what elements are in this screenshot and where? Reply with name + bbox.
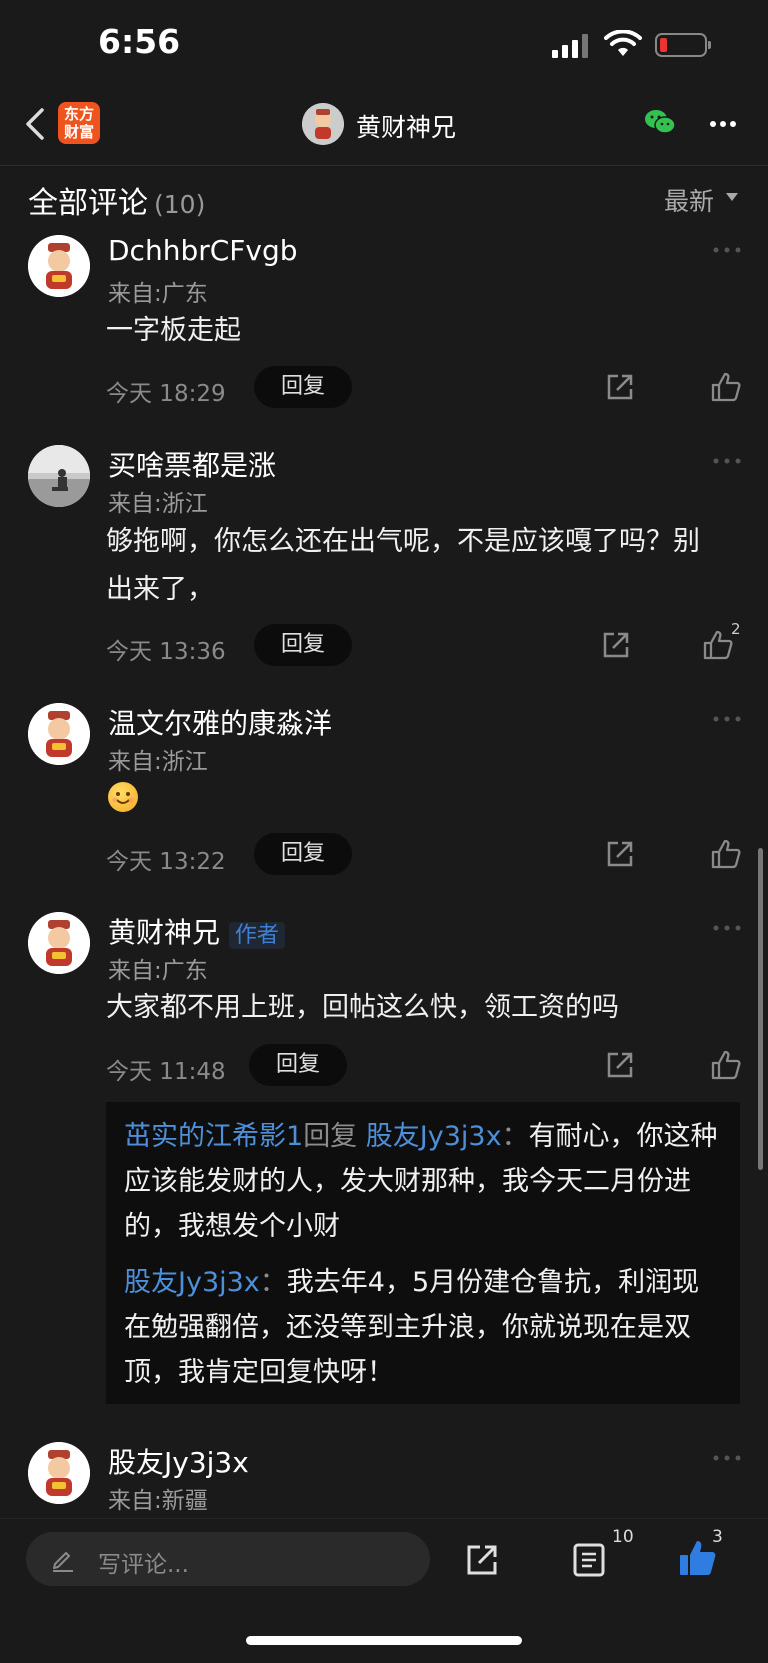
sub-reply-user[interactable]: 股友Jy3j3x	[124, 1267, 260, 1298]
sub-reply-target[interactable]: 股友Jy3j3x	[366, 1121, 502, 1152]
like-icon[interactable]	[710, 1049, 742, 1081]
share-icon[interactable]	[464, 1542, 500, 1578]
comment-text: 够拖啊，你怎么还在出气呢，不是应该嘎了吗？别出来了，	[106, 526, 700, 605]
more-options-icon[interactable]	[708, 110, 738, 138]
cellular-signal-icon	[552, 34, 588, 58]
sub-reply-sep: ：	[501, 1121, 529, 1152]
comment-text: 一字板走起	[106, 315, 241, 346]
avatar[interactable]	[28, 912, 90, 974]
share-icon[interactable]	[604, 1049, 636, 1081]
comments-title: 全部评论	[28, 186, 148, 221]
author-tag: 作者	[228, 922, 285, 949]
sub-reply-sep: ：	[259, 1267, 287, 1298]
comment-time: 今天 13:36	[106, 639, 226, 665]
battery-icon	[655, 33, 711, 57]
wifi-icon	[604, 30, 642, 56]
scrollbar[interactable]	[758, 848, 763, 1170]
like-count: 2	[731, 620, 741, 638]
back-arrow-icon[interactable]	[20, 104, 50, 144]
comment-location: 来自:广东	[108, 281, 208, 307]
comment-more-icon[interactable]	[712, 246, 742, 254]
sub-reply[interactable]: 茁实的江希影1回复 股友Jy3j3x：有耐心，你这种应该能发财的人，发大财那种，…	[124, 1114, 724, 1249]
sub-replies-box[interactable]: 茁实的江希影1回复 股友Jy3j3x：有耐心，你这种应该能发财的人，发大财那种，…	[106, 1102, 740, 1404]
home-indicator	[246, 1636, 522, 1645]
like-icon[interactable]	[702, 629, 734, 661]
comment-location: 来自:广东	[108, 958, 208, 984]
comment-input[interactable]	[26, 1532, 430, 1586]
author-name[interactable]: 黄财神兄	[108, 916, 220, 949]
like-icon[interactable]	[710, 371, 742, 403]
smiley-emoji-icon	[108, 782, 138, 812]
avatar[interactable]	[28, 235, 90, 297]
share-icon[interactable]	[600, 629, 632, 661]
logo-line-2: 财富	[63, 123, 94, 141]
share-icon[interactable]	[604, 838, 636, 870]
sub-reply-user[interactable]: 茁实的江希影1	[124, 1121, 303, 1152]
comment-username[interactable]: 温文尔雅的康淼洋	[108, 702, 332, 742]
eastmoney-logo[interactable]: 东方 财富	[58, 102, 100, 144]
reply-button[interactable]: 回复	[254, 366, 352, 408]
comment-more-icon[interactable]	[712, 924, 742, 932]
author-avatar[interactable]	[302, 103, 344, 145]
status-time: 6:56	[98, 22, 181, 61]
comment-input-placeholder[interactable]: 写评论...	[98, 1545, 189, 1579]
comment-more-icon[interactable]	[712, 457, 742, 465]
comment-username[interactable]: DchhbrCFvgb	[108, 234, 298, 267]
comments-header: 全部评论 (10)	[28, 178, 205, 222]
nav-divider	[0, 165, 768, 166]
comment-location: 来自:浙江	[108, 491, 208, 517]
comment-more-icon[interactable]	[712, 715, 742, 723]
comment-location: 来自:浙江	[108, 749, 208, 775]
comment-time: 今天 18:29	[106, 381, 226, 407]
reply-button[interactable]: 回复	[254, 624, 352, 666]
comment-username[interactable]: 股友Jy3j3x	[108, 1441, 249, 1481]
avatar[interactable]	[28, 703, 90, 765]
avatar[interactable]	[28, 1442, 90, 1504]
share-icon[interactable]	[604, 371, 636, 403]
sort-dropdown[interactable]: 最新	[664, 182, 714, 218]
comment-time: 今天 11:48	[106, 1059, 226, 1085]
comment-username[interactable]: 黄财神兄 作者	[108, 911, 285, 951]
like-icon[interactable]	[710, 838, 742, 870]
comments-count: (10)	[154, 190, 206, 219]
reply-button[interactable]: 回复	[254, 833, 352, 875]
pencil-icon	[53, 1552, 73, 1572]
reply-button[interactable]: 回复	[249, 1044, 347, 1086]
sub-reply-verb: 回复	[303, 1121, 358, 1152]
logo-line-1: 东方	[63, 105, 94, 123]
wechat-share-icon[interactable]	[644, 108, 676, 136]
sub-reply[interactable]: 股友Jy3j3x：我去年4，5月份建仓鲁抗，利润现在勉强翻倍，还没等到主升浪，你…	[124, 1260, 724, 1395]
comment-location: 来自:新疆	[108, 1488, 208, 1514]
nav-title: 黄财神兄	[356, 113, 457, 142]
comment-list-count: 10	[612, 1527, 634, 1547]
sort-caret-icon[interactable]	[726, 193, 738, 201]
like-total-count: 3	[712, 1527, 723, 1547]
comment-text: 大家都不用上班，回帖这么快，领工资的吗	[106, 992, 619, 1023]
avatar[interactable]	[28, 445, 90, 507]
comment-more-icon[interactable]	[712, 1454, 742, 1462]
comment-list-icon[interactable]	[572, 1542, 606, 1578]
comment-username[interactable]: 买啥票都是涨	[108, 444, 276, 484]
comment-time: 今天 13:22	[106, 849, 226, 875]
